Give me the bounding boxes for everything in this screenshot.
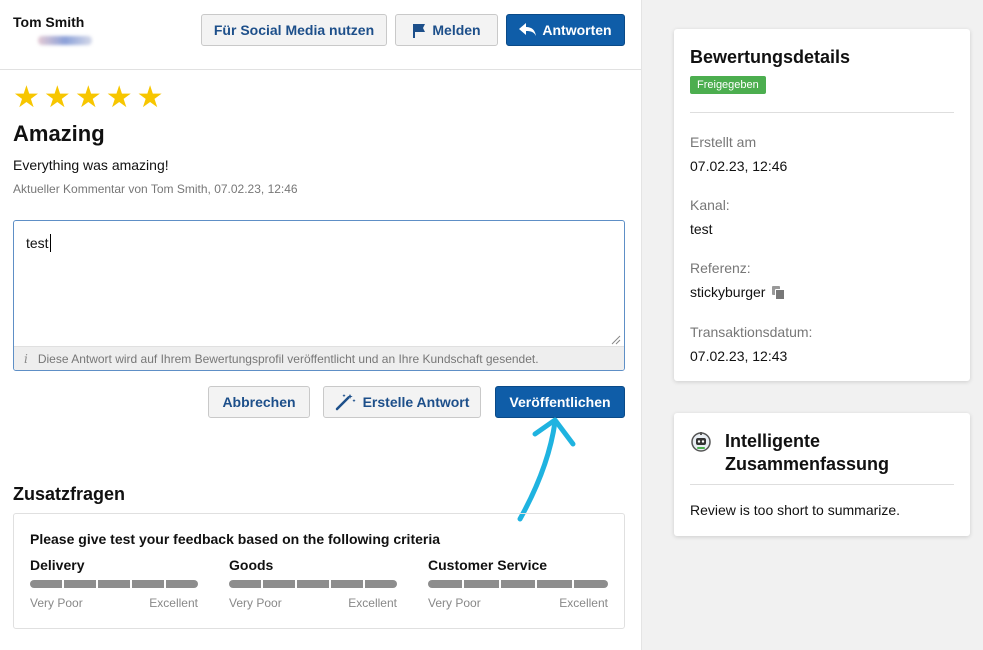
criterion-name: Delivery [30,557,85,573]
reply-text-value: test [26,235,49,251]
annotation-arrow-icon [517,417,576,522]
divider [690,484,954,485]
generate-reply-button[interactable]: Erstelle Antwort [323,386,481,418]
magic-wand-icon [335,393,357,411]
status-badge: Freigegeben [690,76,766,94]
rating-scale[interactable] [30,580,198,588]
criterion-goods: Goods Very Poor Excellent [229,557,397,610]
flag-icon [412,23,426,38]
social-media-button-label: Für Social Media nutzen [213,22,375,38]
star-icon: ★ [43,81,71,114]
reply-button-label: Antworten [542,22,612,38]
scale-max-label: Excellent [348,596,397,610]
criterion-customer-service: Customer Service Very Poor Excellent [428,557,609,610]
criterion-name: Goods [229,557,274,573]
reply-hint-text: Diese Antwort wird auf Ihrem Bewertungsp… [37,351,539,366]
channel-label: Kanal: [690,197,730,213]
scale-max-label: Excellent [149,596,198,610]
smart-summary-card: Intelligente Zusammenfassung Review is t… [674,413,970,536]
robot-icon [691,432,711,452]
header-divider [0,69,641,70]
transaction-date-text: 07.02.23, 12:43 [690,348,788,364]
additional-questions-title: Zusatzfragen [13,484,126,504]
scale-min-label: Very Poor [428,596,481,610]
reply-arrow-icon [519,23,537,37]
reply-textarea[interactable]: test i Diese Antwort wird auf Ihrem Bewe… [13,220,625,371]
summary-text: Review is too short to summarize. [690,502,901,518]
transaction-date-label: Transaktionsdatum: [690,324,813,340]
report-button[interactable]: Melden [395,14,498,46]
generate-reply-button-label: Erstelle Antwort [362,394,470,410]
smart-summary-title-line1: Intelligente [725,431,821,451]
created-value-text: 07.02.23, 12:46 [690,158,788,174]
criterion-name: Customer Service [428,557,548,573]
review-meta: Aktueller Kommentar von Tom Smith, 07.02… [13,182,298,196]
scale-max-label: Excellent [559,596,608,610]
created-label: Erstellt am [690,134,757,150]
reply-button[interactable]: Antworten [506,14,625,46]
rating-scale[interactable] [428,580,609,588]
reference-value: stickyburger [690,284,786,300]
text-caret [50,234,51,252]
reference-label: Referenz: [690,260,751,276]
transaction-date-value: 07.02.23, 12:43 [690,348,787,364]
star-icon: ★ [136,81,164,114]
scale-min-label: Very Poor [30,596,83,610]
cancel-button[interactable]: Abbrechen [208,386,310,418]
channel-value-text: test [690,221,713,237]
star-icon: ★ [105,81,133,114]
scale-min-label: Very Poor [229,596,282,610]
channel-value: test [690,221,713,237]
report-button-label: Melden [432,22,481,38]
reply-hint-bar: i Diese Antwort wird auf Ihrem Bewertung… [14,346,624,370]
smart-summary-title-line2: Zusammenfassung [725,454,890,474]
review-details-title: Bewertungsdetails [690,47,851,67]
review-title: Amazing [13,121,105,146]
reference-value-text: stickyburger [690,284,766,300]
star-icon: ★ [74,81,102,114]
created-value: 07.02.23, 12:46 [690,158,787,174]
criterion-delivery: Delivery Very Poor Excellent [30,557,198,610]
rating-scale[interactable] [229,580,397,588]
copy-icon[interactable] [772,286,786,300]
review-panel: Tom Smith Für Social Media nutzen Melden… [0,0,641,650]
star-icon: ★ [13,81,40,114]
criteria-panel: Please give test your feedback based on … [13,513,625,629]
author-blurred-detail [38,36,92,45]
publish-button-label: Veröffentlichen [509,394,611,410]
smart-summary-title: Intelligente Zusammenfassung [725,430,889,476]
info-icon: i [24,351,28,366]
cancel-button-label: Abbrechen [222,394,296,410]
criteria-prompt: Please give test your feedback based on … [30,531,441,547]
author-name: Tom Smith [13,14,85,30]
review-text: Everything was amazing! [13,157,169,173]
resize-handle-icon[interactable] [611,332,621,345]
star-rating: ★ ★ ★ ★ ★ [13,83,164,113]
review-details-card: Bewertungsdetails Freigegeben Erstellt a… [674,29,970,381]
divider [690,112,954,113]
social-media-button[interactable]: Für Social Media nutzen [201,14,387,46]
